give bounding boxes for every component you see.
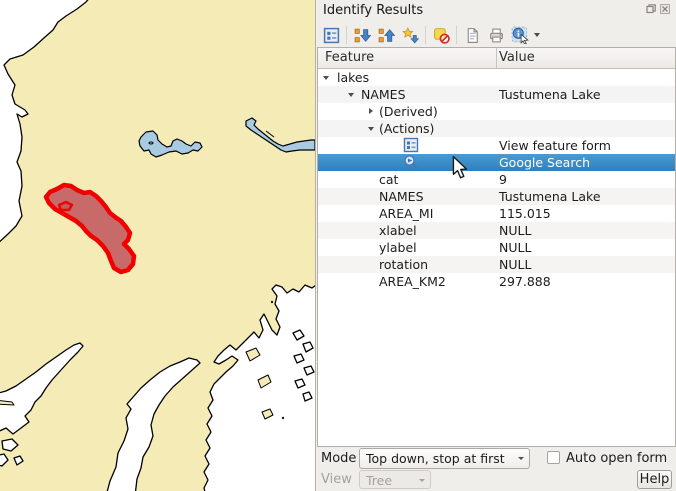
column-divider[interactable]	[496, 48, 497, 68]
action-search-icon	[403, 154, 419, 170]
feature-cell: ylabel	[379, 239, 417, 256]
table-row-names[interactable]: NAMES Tustumena Lake	[318, 188, 675, 205]
identify-settings-button[interactable]	[508, 23, 532, 47]
qgis-window: Identify Results	[0, 0, 676, 491]
copy-feature-button[interactable]	[460, 23, 484, 47]
collapse-tree-icon	[378, 27, 395, 44]
expand-tree-button[interactable]	[350, 23, 374, 47]
print-response-button[interactable]	[484, 23, 508, 47]
table-row-xlabel[interactable]: xlabel NULL	[318, 222, 675, 239]
identify-settings-icon	[511, 26, 529, 44]
panel-title: Identify Results	[323, 3, 423, 18]
mode-combobox[interactable]: Top down, stop at first	[359, 448, 530, 469]
close-icon[interactable]	[660, 4, 670, 14]
expand-new-results-icon	[402, 27, 419, 44]
mode-label: Mode	[321, 451, 356, 466]
mode-combobox-value: Top down, stop at first	[366, 451, 505, 466]
table-row-cat[interactable]: cat 9	[318, 171, 675, 188]
expander-icon[interactable]	[348, 93, 354, 97]
chevron-down-icon	[518, 457, 524, 460]
value-cell: 115.015	[499, 205, 551, 222]
column-header-value[interactable]: Value	[499, 50, 535, 65]
value-cell: Tustumena Lake	[499, 188, 601, 205]
collapse-tree-button[interactable]	[374, 23, 398, 47]
clear-results-icon	[433, 27, 450, 44]
feature-cell: xlabel	[379, 222, 417, 239]
value-cell: 297.888	[499, 273, 551, 290]
feature-cell: NAMES	[361, 86, 406, 103]
column-header-feature[interactable]: Feature	[325, 50, 374, 65]
identify-results-panel: Identify Results	[315, 0, 676, 491]
map-canvas[interactable]	[0, 0, 315, 491]
feature-cell: lakes	[337, 69, 369, 86]
feature-cell: rotation	[379, 256, 428, 273]
results-table: Feature Value lakes NAMES Tustumena Lake…	[317, 47, 676, 447]
view-combobox-value: Tree	[366, 473, 392, 488]
float-icon[interactable]	[646, 4, 656, 14]
clear-results-button[interactable]	[429, 23, 453, 47]
table-row-names-group[interactable]: NAMES Tustumena Lake	[318, 86, 675, 103]
table-row-actions[interactable]: (Actions)	[318, 120, 675, 137]
value-cell: 9	[499, 171, 507, 188]
table-row-rotation[interactable]: rotation NULL	[318, 256, 675, 273]
table-row-area-mi[interactable]: AREA_MI 115.015	[318, 205, 675, 222]
value-cell: NULL	[499, 239, 531, 256]
highlight-island	[59, 202, 72, 210]
form-icon	[403, 137, 419, 153]
toolbar-separator	[346, 26, 347, 44]
feature-cell: AREA_MI	[379, 205, 433, 222]
speck	[282, 417, 284, 419]
value-cell: NULL	[499, 222, 531, 239]
table-row-ylabel[interactable]: ylabel NULL	[318, 239, 675, 256]
table-row-lakes[interactable]: lakes	[318, 69, 675, 86]
panel-titlebar: Identify Results	[316, 0, 676, 22]
help-button[interactable]: Help	[637, 470, 672, 489]
feature-cell: NAMES	[379, 188, 424, 205]
speck	[271, 301, 273, 303]
feature-cell: AREA_KM2	[379, 273, 446, 290]
feature-cell: cat	[379, 171, 398, 188]
value-cell: View feature form	[499, 137, 611, 154]
expander-icon[interactable]	[368, 127, 374, 131]
view-combobox: Tree	[359, 470, 431, 489]
panel-toolbar	[319, 22, 542, 48]
table-header[interactable]: Feature Value	[318, 48, 675, 69]
auto-open-form-label: Auto open form	[566, 451, 667, 466]
chevron-down-icon	[419, 479, 425, 482]
chevron-down-icon	[534, 33, 540, 37]
value-cell: Google Search	[499, 154, 590, 171]
table-row-area-km2[interactable]: AREA_KM2 297.888	[318, 273, 675, 290]
expander-icon[interactable]	[369, 108, 373, 114]
value-cell: NULL	[499, 256, 531, 273]
feature-cell: (Actions)	[379, 120, 434, 137]
copy-feature-icon	[464, 27, 481, 44]
table-row-google-search[interactable]: Google Search	[318, 154, 675, 171]
toolbar-separator	[425, 26, 426, 44]
form-view-button[interactable]	[319, 23, 343, 47]
toolbar-separator	[456, 26, 457, 44]
table-row-derived[interactable]: (Derived)	[318, 103, 675, 120]
table-row-view-feature-form[interactable]: View feature form	[318, 137, 675, 154]
expand-tree-icon	[354, 27, 371, 44]
feature-cell: (Derived)	[379, 103, 438, 120]
view-label: View	[321, 472, 352, 487]
auto-open-form-checkbox[interactable]	[547, 451, 560, 464]
expand-new-results-button[interactable]	[398, 23, 422, 47]
form-view-icon	[323, 27, 340, 44]
expander-icon[interactable]	[323, 76, 329, 80]
print-response-icon	[488, 27, 505, 44]
help-button-label: Help	[640, 472, 670, 487]
identify-dropdown-caret[interactable]	[532, 23, 542, 47]
value-cell: Tustumena Lake	[499, 86, 601, 103]
